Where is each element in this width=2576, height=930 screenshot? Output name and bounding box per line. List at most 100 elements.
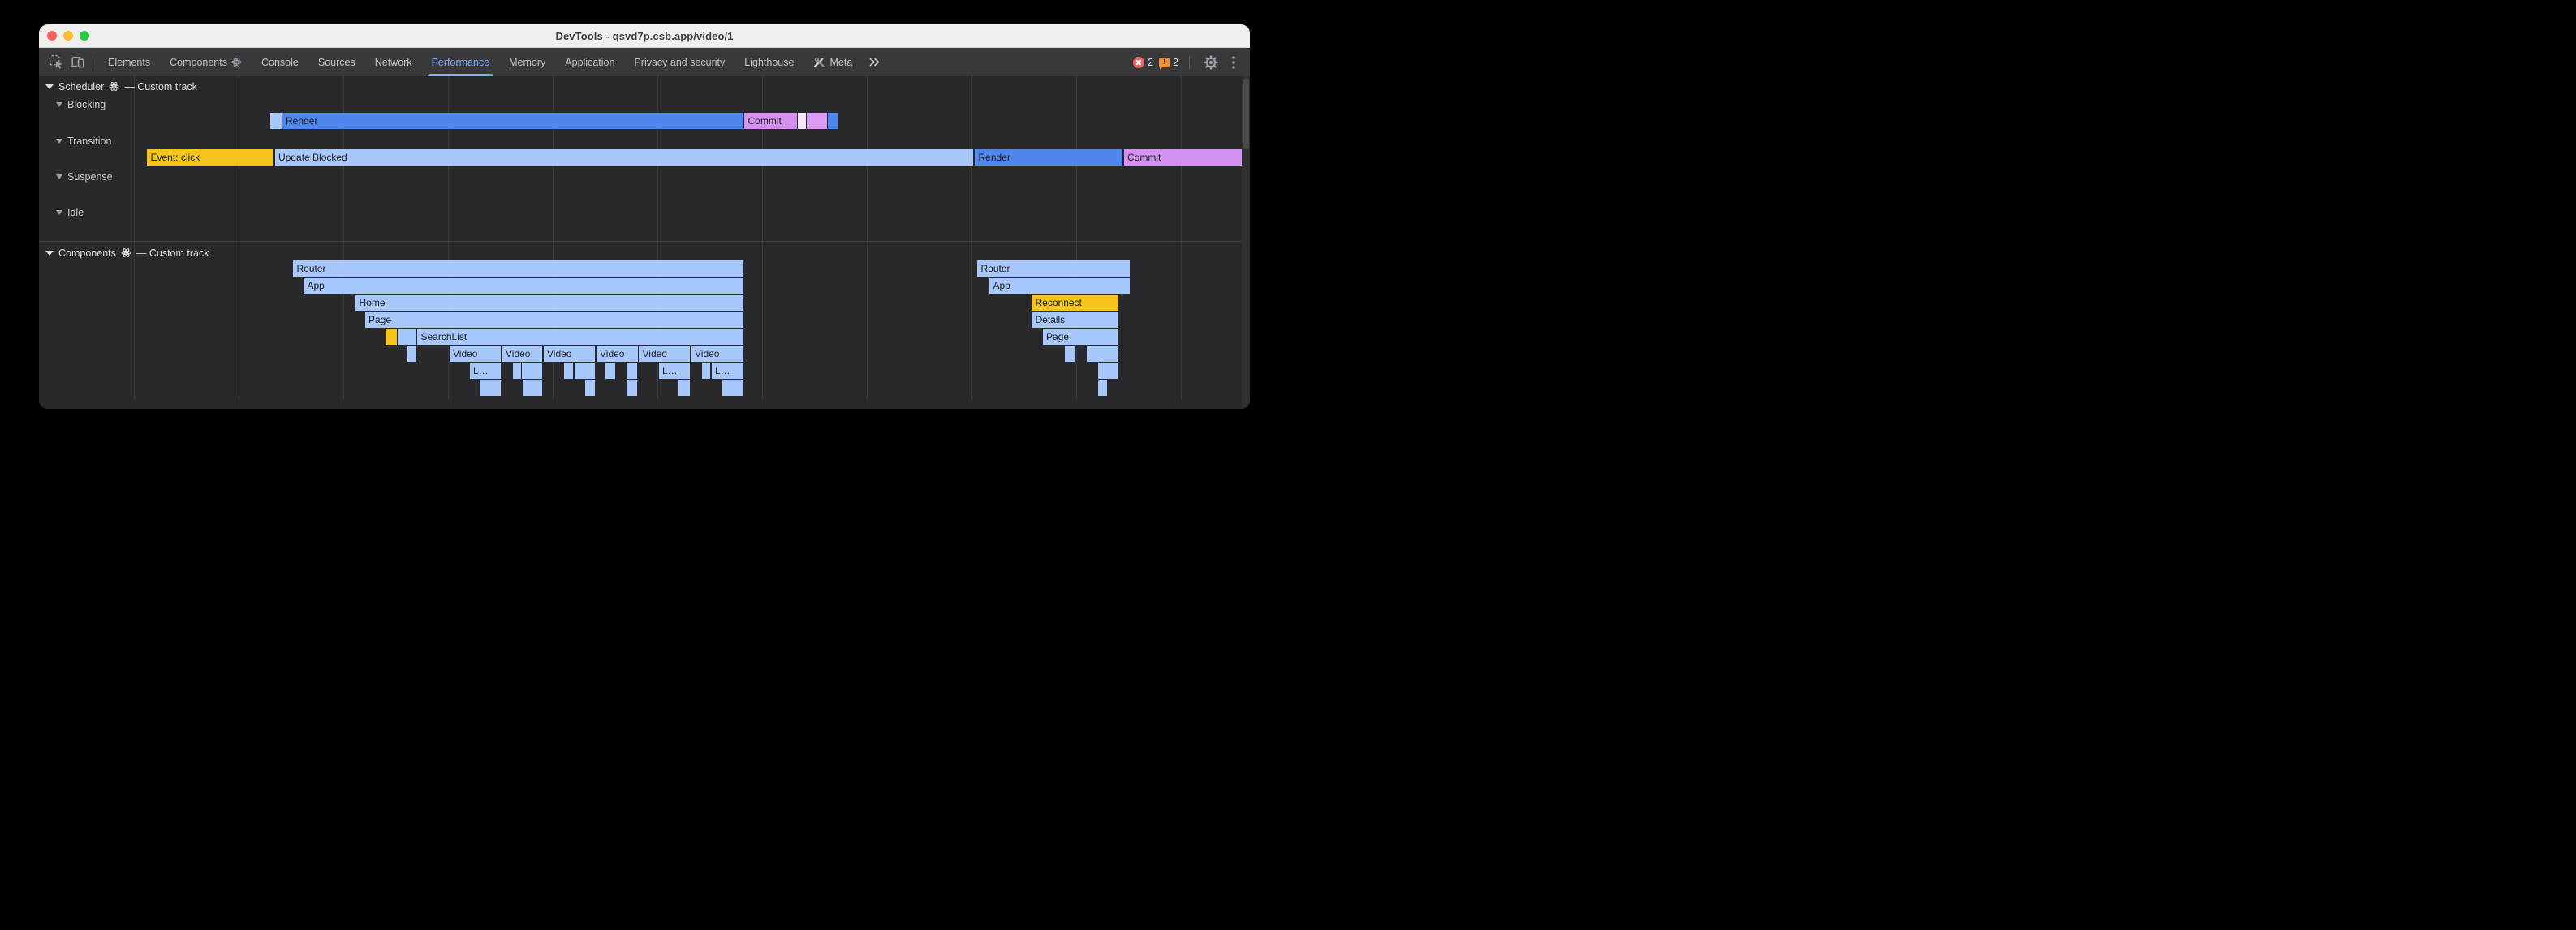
- flame-bar-video[interactable]: Video: [691, 346, 744, 362]
- flame-bar-render[interactable]: Render: [282, 113, 744, 129]
- flame-bar[interactable]: [1065, 346, 1075, 362]
- flame-bar-label: Page: [1043, 331, 1070, 342]
- lane-label-suspense[interactable]: Suspense: [56, 170, 113, 183]
- flame-bar[interactable]: [1098, 363, 1107, 379]
- tab-components[interactable]: Components: [160, 48, 252, 76]
- tab-sources[interactable]: Sources: [308, 48, 365, 76]
- tab-console[interactable]: Console: [252, 48, 308, 76]
- tab-performance[interactable]: Performance: [422, 48, 500, 76]
- lane-name: Transition: [67, 136, 111, 147]
- flame-bar[interactable]: [270, 113, 282, 129]
- flame-bar[interactable]: [1107, 363, 1118, 379]
- tab-memory[interactable]: Memory: [499, 48, 555, 76]
- lane-label-transition[interactable]: Transition: [56, 135, 111, 147]
- lane-label-blocking[interactable]: Blocking: [56, 98, 106, 110]
- flame-bar-label: App: [304, 280, 325, 291]
- inspect-element-icon[interactable]: [45, 52, 67, 73]
- tab-elements[interactable]: Elements: [98, 48, 160, 76]
- flame-bar[interactable]: [627, 363, 638, 379]
- tab-label: Memory: [509, 57, 545, 68]
- flame-bar-l-[interactable]: L…: [659, 363, 690, 379]
- track-title-components[interactable]: Components— Custom track: [45, 247, 209, 259]
- kebab-menu-icon[interactable]: [1227, 52, 1240, 73]
- flame-bar-page[interactable]: Page: [1043, 329, 1118, 345]
- lane-label-idle[interactable]: Idle: [56, 206, 84, 218]
- flame-bar-label: Video: [691, 348, 720, 360]
- flame-bar[interactable]: [564, 363, 573, 379]
- flame-bar[interactable]: [1107, 346, 1118, 362]
- flame-bar-home[interactable]: Home: [355, 295, 743, 311]
- flame-bar[interactable]: [798, 113, 806, 129]
- flame-bar[interactable]: [575, 363, 596, 379]
- flame-bar-app[interactable]: App: [304, 278, 743, 294]
- flame-bar-label: Video: [597, 348, 625, 360]
- lane-name: Idle: [67, 207, 84, 218]
- flame-bar-label: Commit: [1124, 152, 1161, 163]
- flame-bar[interactable]: [513, 363, 521, 379]
- tab-privacy-and-security[interactable]: Privacy and security: [624, 48, 734, 76]
- flame-bar-video[interactable]: Video: [450, 346, 502, 362]
- device-toolbar-icon[interactable]: [67, 52, 88, 73]
- flame-bar[interactable]: [386, 329, 397, 345]
- flame-bar[interactable]: [522, 363, 542, 379]
- flame-bar-details[interactable]: Details: [1032, 312, 1118, 328]
- flame-bar-l-[interactable]: L…: [470, 363, 502, 379]
- flame-bar-reconnect[interactable]: Reconnect: [1032, 295, 1118, 311]
- more-tabs-button[interactable]: [862, 56, 887, 68]
- flame-bar-video[interactable]: Video: [502, 346, 542, 362]
- timeline-gridline: [1181, 76, 1182, 399]
- scrollbar-thumb[interactable]: [1243, 78, 1249, 149]
- flame-bar-render[interactable]: Render: [975, 149, 1122, 166]
- flame-bar[interactable]: [702, 363, 711, 379]
- flame-bar[interactable]: [828, 113, 838, 129]
- flame-bar-router[interactable]: Router: [293, 260, 743, 277]
- double-chevron-icon: [868, 56, 881, 68]
- flame-bar-router[interactable]: Router: [977, 260, 1130, 277]
- flame-bar[interactable]: [585, 380, 595, 396]
- flame-bar[interactable]: [480, 380, 502, 396]
- track-title-scheduler[interactable]: Scheduler— Custom track: [45, 80, 197, 93]
- react-atom-icon: [231, 57, 242, 67]
- flame-bar[interactable]: [523, 380, 542, 396]
- flame-bar[interactable]: [1087, 346, 1107, 362]
- flame-bar-commit[interactable]: Commit: [744, 113, 797, 129]
- flame-bar[interactable]: [722, 380, 744, 396]
- flame-bar[interactable]: [627, 380, 638, 396]
- flame-bar-commit[interactable]: Commit: [1124, 149, 1242, 166]
- scrollbar-track[interactable]: [1242, 76, 1250, 409]
- lane-name: Blocking: [67, 99, 106, 110]
- flame-bar-app[interactable]: App: [989, 278, 1130, 294]
- settings-gear-icon[interactable]: [1200, 52, 1221, 73]
- flame-bar-l-[interactable]: L…: [712, 363, 744, 379]
- tab-lighthouse[interactable]: Lighthouse: [734, 48, 803, 76]
- tab-meta[interactable]: Meta: [803, 48, 862, 76]
- collapse-triangle-icon: [45, 251, 54, 256]
- flame-bar[interactable]: [1098, 380, 1108, 396]
- flame-bar-label: Reconnect: [1032, 297, 1082, 308]
- controls-divider: [1189, 56, 1190, 69]
- collapse-triangle-icon: [56, 210, 62, 215]
- error-badge[interactable]: 2: [1133, 57, 1153, 68]
- tab-label: Components: [170, 57, 227, 68]
- react-atom-icon: [121, 248, 131, 258]
- flame-bar[interactable]: [605, 363, 615, 379]
- flame-bar-event-click[interactable]: Event: click: [147, 149, 273, 166]
- flame-bar-update-blocked[interactable]: Update Blocked: [275, 149, 974, 166]
- flame-bar-page[interactable]: Page: [365, 312, 743, 328]
- flame-bar-video[interactable]: Video: [639, 346, 690, 362]
- flame-bar-video[interactable]: Video: [544, 346, 596, 362]
- devtools-window: DevTools - qsvd7p.csb.app/video/1 Elemen…: [39, 24, 1250, 409]
- warning-badge[interactable]: ! 2: [1159, 57, 1178, 68]
- flame-bar[interactable]: [398, 329, 416, 345]
- flame-bar-searchlist[interactable]: SearchList: [417, 329, 743, 345]
- flame-bar[interactable]: [678, 380, 690, 396]
- tab-application[interactable]: Application: [555, 48, 624, 76]
- warning-count: 2: [1173, 57, 1178, 68]
- flame-bar-label: Details: [1032, 314, 1065, 325]
- flame-bar[interactable]: [807, 113, 827, 129]
- tab-network[interactable]: Network: [365, 48, 422, 76]
- tab-label: Meta: [829, 57, 852, 68]
- flame-bar[interactable]: [407, 346, 416, 362]
- tab-label: Network: [375, 57, 412, 68]
- flame-bar-video[interactable]: Video: [597, 346, 638, 362]
